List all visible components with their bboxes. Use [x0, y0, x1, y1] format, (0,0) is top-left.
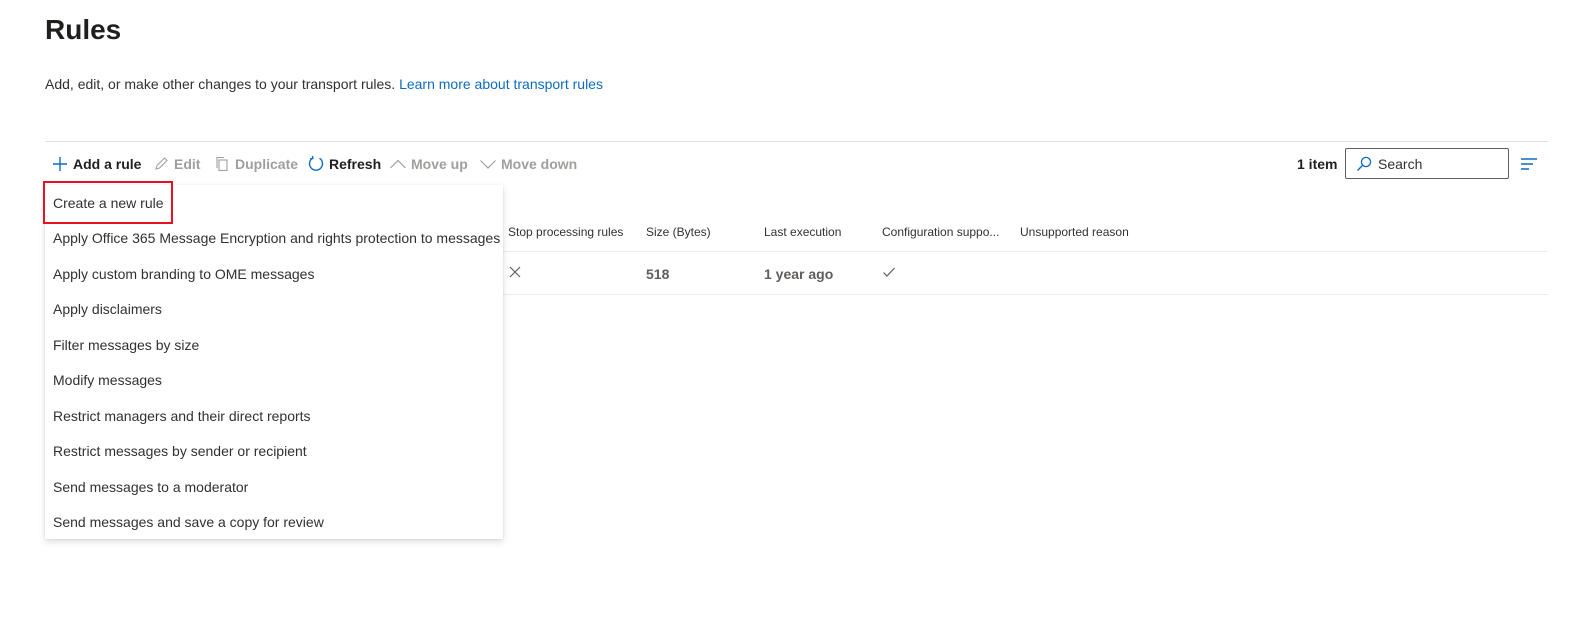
menu-item-apply-custom-branding[interactable]: Apply custom branding to OME messages	[45, 256, 503, 291]
page-description: Add, edit, or make other changes to your…	[45, 76, 603, 92]
menu-item-apply-ome-encryption[interactable]: Apply Office 365 Message Encryption and …	[45, 220, 503, 255]
menu-item-send-to-moderator[interactable]: Send messages to a moderator	[45, 469, 503, 504]
menu-item-send-and-save-copy[interactable]: Send messages and save a copy for review	[45, 504, 503, 539]
menu-item-apply-disclaimers[interactable]: Apply disclaimers	[45, 291, 503, 326]
pencil-icon	[152, 155, 170, 173]
move-up-button[interactable]: Move up	[389, 148, 468, 180]
page-title: Rules	[45, 14, 122, 45]
add-rule-button[interactable]: Add a rule	[51, 148, 141, 180]
command-bar: Add a rule Edit Duplicate Refresh Move u…	[45, 148, 1548, 180]
header-divider	[45, 141, 1548, 142]
search-input[interactable]	[1378, 155, 1498, 172]
menu-item-restrict-sender-recipient[interactable]: Restrict messages by sender or recipient	[45, 433, 503, 468]
refresh-button[interactable]: Refresh	[307, 148, 381, 180]
item-count: 1 item	[1297, 156, 1338, 172]
move-down-button[interactable]: Move down	[479, 148, 577, 180]
menu-item-restrict-managers[interactable]: Restrict managers and their direct repor…	[45, 398, 503, 433]
cell-size: 518	[646, 266, 670, 282]
column-header-unsupported-reason[interactable]: Unsupported reason	[1020, 225, 1129, 239]
refresh-label: Refresh	[329, 156, 382, 172]
cell-last-execution: 1 year ago	[764, 266, 834, 282]
column-header-size[interactable]: Size (Bytes)	[646, 225, 711, 239]
duplicate-button[interactable]: Duplicate	[213, 148, 298, 180]
filter-icon[interactable]	[1519, 155, 1539, 173]
chevron-up-icon	[389, 155, 407, 173]
checkmark-icon	[882, 265, 896, 282]
search-box[interactable]	[1345, 148, 1509, 179]
column-header-stop-processing[interactable]: Stop processing rules	[508, 225, 623, 239]
add-rule-menu: Create a new rule Apply Office 365 Messa…	[45, 185, 503, 539]
menu-item-modify-messages[interactable]: Modify messages	[45, 362, 503, 397]
learn-more-link[interactable]: Learn more about transport rules	[399, 76, 603, 92]
search-icon	[1356, 156, 1372, 172]
column-header-configuration-supported[interactable]: Configuration suppo...	[882, 225, 999, 239]
plus-icon	[51, 155, 69, 173]
refresh-icon	[307, 155, 325, 173]
copy-icon	[213, 155, 231, 173]
edit-button[interactable]: Edit	[152, 148, 200, 180]
add-rule-label: Add a rule	[73, 156, 142, 172]
edit-label: Edit	[174, 156, 201, 172]
menu-item-filter-by-size[interactable]: Filter messages by size	[45, 327, 503, 362]
move-up-label: Move up	[411, 156, 468, 172]
description-text: Add, edit, or make other changes to your…	[45, 76, 396, 92]
x-icon	[508, 265, 522, 282]
move-down-label: Move down	[501, 156, 578, 172]
menu-item-create-new-rule[interactable]: Create a new rule	[45, 185, 503, 220]
column-header-last-execution[interactable]: Last execution	[764, 225, 841, 239]
duplicate-label: Duplicate	[235, 156, 299, 172]
chevron-down-icon	[479, 155, 497, 173]
